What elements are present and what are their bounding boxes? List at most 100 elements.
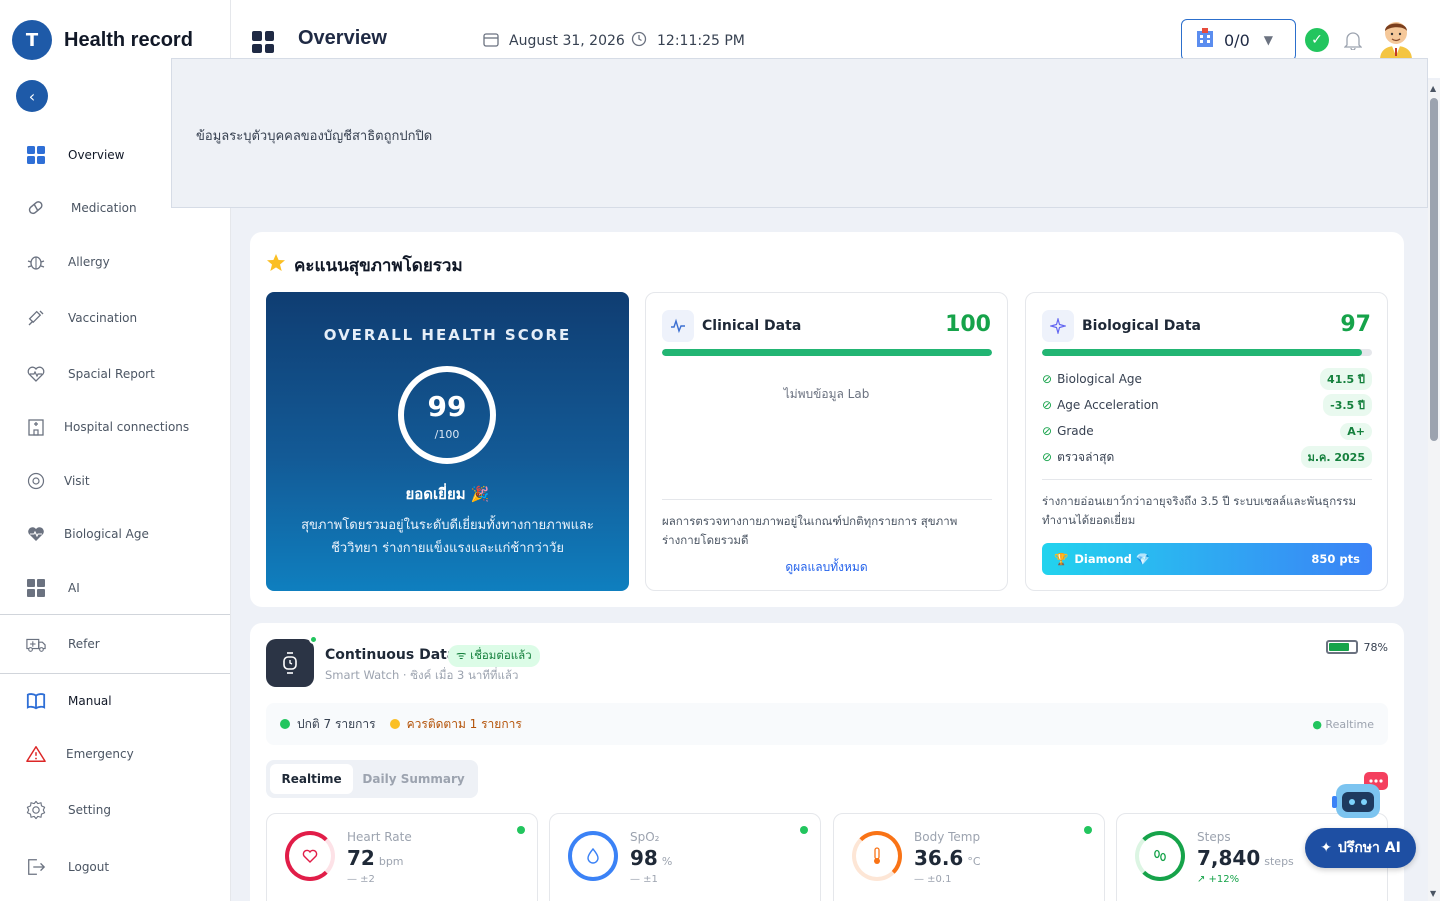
scrollbar[interactable]: ▲ ▼	[1428, 80, 1440, 901]
check-circle-icon: ⊘	[1042, 424, 1053, 438]
bio-row: ⊘ Biological Age 41.5 ปี	[1042, 368, 1372, 390]
sidebar-item-setting[interactable]: Setting	[0, 788, 230, 832]
scroll-down-icon[interactable]: ▼	[1430, 889, 1436, 898]
bio-row: ⊘ ตรวจล่าสุด ม.ค. 2025	[1042, 446, 1372, 468]
tier-badge[interactable]: 🏆 Diamond 💎 850 pts	[1042, 543, 1372, 575]
metric-delta: — ±1	[630, 874, 658, 885]
gear-icon	[26, 800, 46, 820]
scroll-up-icon[interactable]: ▲	[1430, 84, 1436, 93]
sidebar-item-biological-age[interactable]: Biological Age	[0, 512, 230, 556]
sidebar-item-spacial-report[interactable]: Spacial Report	[0, 352, 230, 396]
bio-row-value: ม.ค. 2025	[1300, 446, 1372, 468]
tier-name: Diamond 💎	[1074, 552, 1151, 566]
metric-unit: %	[661, 855, 673, 868]
app-title: Health record	[64, 28, 193, 51]
metric-delta: — ±0.1	[914, 874, 952, 885]
page-title: Overview	[298, 27, 387, 49]
ambulance-icon	[26, 634, 46, 654]
sidebar-item-label: Manual	[68, 694, 112, 708]
metric-value: 36.6 °C	[914, 846, 981, 870]
metric-card-body-temp[interactable]: Body Temp 36.6 °C — ±0.1	[833, 813, 1105, 901]
sidebar-item-refer[interactable]: Refer	[0, 622, 230, 666]
sidebar-item-label: Visit	[64, 474, 90, 488]
avatar[interactable]	[1376, 16, 1416, 60]
biological-score: 97	[1340, 312, 1371, 337]
time-text: 12:11:25 PM	[657, 33, 745, 49]
sidebar-item-visit[interactable]: Visit	[0, 459, 230, 503]
check-circle-icon: ⊘	[1042, 398, 1053, 412]
hospital-icon	[26, 417, 46, 437]
app-logo: T	[12, 20, 52, 60]
normal-count: ปกติ 7 รายการ	[280, 715, 376, 734]
view-all-labs-link[interactable]: ดูผลแลบทั้งหมด	[646, 558, 1007, 577]
collapse-sidebar-button[interactable]: ‹	[16, 80, 48, 112]
header-time: 12:11:25 PM	[631, 31, 745, 51]
tab-daily-summary[interactable]: Daily Summary	[353, 764, 474, 794]
hospital-count: 0/0	[1224, 30, 1250, 50]
status-summary: ปกติ 7 รายการ ควรติดตาม 1 รายการ ● Realt…	[266, 703, 1388, 745]
metric-delta: — ±2	[347, 874, 375, 885]
metric-card-heart-rate[interactable]: Heart Rate 72 bpm — ±2	[266, 813, 538, 901]
status-dot	[800, 826, 808, 834]
clinical-data-card[interactable]: Clinical Data 100 ไม่พบข้อมูล Lab ผลการต…	[645, 292, 1008, 591]
header-date: August 31, 2026	[483, 31, 625, 51]
divider	[1042, 479, 1372, 480]
check-circle-icon[interactable]: ✓	[1305, 28, 1329, 52]
pill-icon	[26, 198, 46, 218]
bio-row: ⊘ Age Acceleration -3.5 ปี	[1042, 394, 1372, 416]
metric-delta: ↗ +12%	[1197, 874, 1240, 885]
status-dot	[1084, 826, 1092, 834]
overall-score: 99	[427, 390, 467, 423]
normal-count-text: ปกติ 7 รายการ	[297, 716, 376, 731]
metric-name: Steps	[1197, 830, 1231, 844]
tab-realtime[interactable]: Realtime	[270, 764, 354, 794]
target-icon	[26, 471, 46, 491]
metric-card-spo2[interactable]: SpO₂ 98% — ±1	[549, 813, 821, 901]
sidebar-item-label: Emergency	[66, 747, 134, 761]
sidebar-item-manual[interactable]: Manual	[0, 679, 230, 723]
thermometer-icon	[852, 831, 902, 881]
bio-row-label: Age Acceleration	[1057, 398, 1159, 412]
bell-icon[interactable]	[1343, 30, 1363, 55]
bio-row: ⊘ Grade A+	[1042, 422, 1372, 440]
sidebar-item-vaccination[interactable]: Vaccination	[0, 296, 230, 340]
sidebar-item-hospital-connections[interactable]: Hospital connections	[0, 405, 230, 449]
sidebar-item-emergency[interactable]: Emergency	[0, 732, 230, 776]
sidebar-item-label: Refer	[68, 637, 100, 651]
sidebar-item-label: Biological Age	[64, 527, 149, 541]
sparkle-icon: ✦	[1320, 840, 1332, 856]
biological-note: ร่างกายอ่อนเยาว์กว่าอายุจริงถึง 3.5 ปี ร…	[1042, 494, 1357, 527]
ai-robot-icon[interactable]	[1332, 772, 1390, 820]
metric-value: 72 bpm	[347, 846, 404, 870]
bio-row-label: Biological Age	[1057, 372, 1142, 386]
clinical-title: Clinical Data	[702, 318, 802, 334]
masked-info-message: ข้อมูลระบุตัวบุคคลของบัญชีสาธิตถูกปกปิด	[196, 129, 433, 144]
biological-data-card[interactable]: Biological Data 97 ⊘ Biological Age 41.5 ป…	[1025, 292, 1388, 591]
hospital-select[interactable]: 0/0 ▼	[1181, 19, 1296, 61]
sidebar-item-logout[interactable]: Logout	[0, 845, 230, 889]
ask-ai-button[interactable]: ✦ ปรึกษา AI	[1305, 828, 1416, 868]
sidebar-item-allergy[interactable]: Allergy	[0, 240, 230, 284]
nav-divider	[0, 673, 230, 674]
sidebar-item-ai[interactable]: AI	[0, 566, 230, 610]
check-circle-icon: ⊘	[1042, 450, 1053, 464]
section-title: คะแนนสุขภาพโดยรวม	[266, 252, 463, 279]
overall-max: /100	[434, 428, 460, 441]
heart-pulse-icon	[26, 364, 46, 384]
scrollbar-thumb[interactable]	[1430, 98, 1438, 441]
divider	[662, 499, 992, 500]
overall-health-card: OVERALL HEALTH SCORE 99 /100 ยอดเยี่ยม 🎉…	[266, 292, 629, 591]
clinical-note: ผลการตรวจทางกายภาพอยู่ในเกณฑ์ปกติทุกรายก…	[662, 514, 958, 547]
brand[interactable]: T Health record	[12, 20, 193, 60]
health-score-section: คะแนนสุขภาพโดยรวม OVERALL HEALTH SCORE 9…	[250, 232, 1404, 607]
battery-icon	[1325, 640, 1358, 654]
metric-unit: bpm	[378, 855, 404, 868]
score-ring: 99 /100	[398, 366, 496, 464]
sparkle-icon	[1042, 310, 1074, 342]
continuous-title: Continuous Data	[325, 647, 457, 663]
bio-row-value: -3.5 ปี	[1323, 394, 1372, 416]
realtime-indicator: ● Realtime	[1312, 717, 1374, 731]
sidebar-item-label: Hospital connections	[64, 420, 190, 434]
metric-name: Body Temp	[914, 830, 981, 844]
biological-progress	[1042, 349, 1372, 356]
